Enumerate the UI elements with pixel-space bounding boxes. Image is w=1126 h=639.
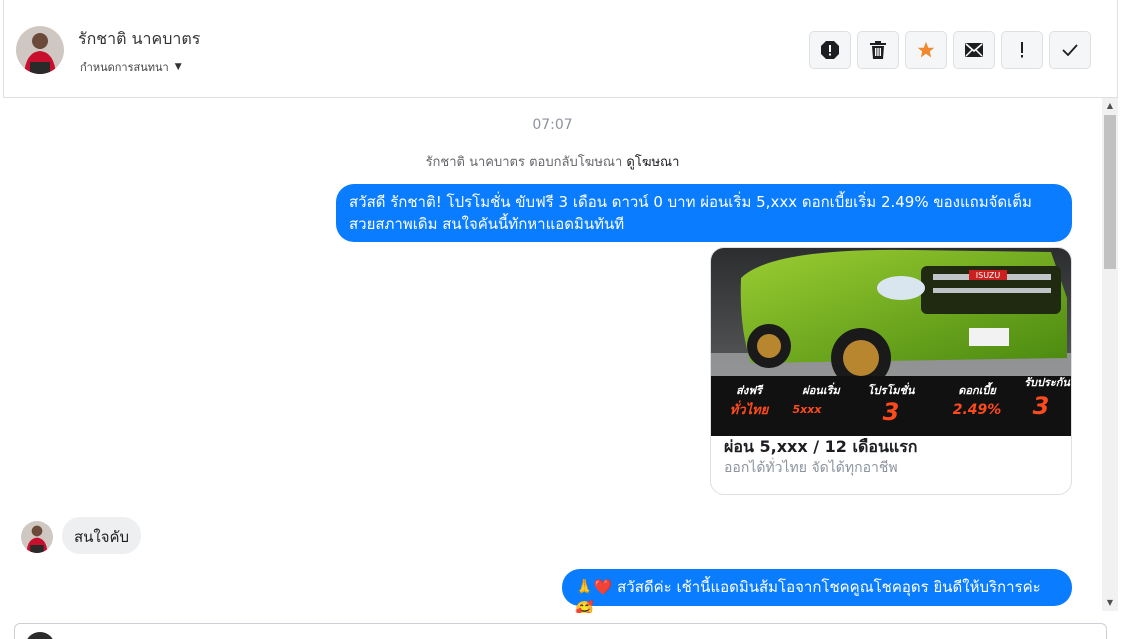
ad-reply-text: รักชาติ นาคบาตร ตอบกลับโฆษณา — [425, 155, 623, 170]
promo-3-top: โปรโมชั่น — [868, 382, 915, 397]
outgoing-message: สวัสดี รักชาติ! โปรโมชั่น ขับฟรี 3 เดือน… — [336, 184, 1072, 242]
ad-reply-notice: รักชาติ นาคบาตร ตอบกลับโฆษณา ดูโฆษณา — [3, 151, 1102, 172]
promo-1-top: ส่งฟรี — [736, 384, 764, 397]
follow-up-button[interactable] — [1001, 31, 1043, 69]
conversation-header: รักชาติ นาคบาตร กำหนดการสนทนา ▼ — [3, 0, 1118, 98]
report-icon — [821, 41, 839, 59]
scroll-up-arrow-icon[interactable]: ▲ — [1102, 98, 1118, 114]
promo-1-bottom: ทั่วไทย — [730, 400, 770, 418]
assign-label: กำหนดการสนทนา — [80, 61, 169, 74]
message-timestamp: 07:07 — [532, 117, 573, 133]
promo-3-bottom: 3 — [883, 398, 900, 426]
contact-name[interactable]: รักชาติ นาคบาตร — [78, 27, 200, 52]
trash-icon — [870, 41, 886, 59]
ad-card[interactable]: ISUZU ส่งฟรี ทั่วไทย ผ่อนเริ่ม 5xxx โปรโ… — [710, 247, 1072, 495]
promo-4-top: ดอกเบี้ย — [958, 382, 997, 397]
ad-image: ISUZU ส่งฟรี ทั่วไทย ผ่อนเริ่ม 5xxx โปรโ… — [711, 248, 1071, 436]
message-thread[interactable]: 07:07 รักชาติ นาคบาตร ตอบกลับโฆษณา ดูโฆษ… — [3, 98, 1102, 613]
outgoing-message: 🙏❤️ สวัสดีค่ะ เช้านี้แอดมินส้มโอจากโชคคู… — [562, 569, 1072, 613]
chevron-down-icon: ▼ — [174, 62, 182, 72]
scroll-down-arrow-icon[interactable]: ▼ — [1102, 595, 1118, 611]
report-button[interactable] — [809, 31, 851, 69]
promo-4-bottom: 2.49% — [953, 402, 1002, 418]
mark-unread-button[interactable] — [953, 31, 995, 69]
ad-card-subtitle: ออกได้ทั่วไทย จัดได้ทุกอาชีพ — [724, 460, 898, 476]
assign-conversation-dropdown[interactable]: กำหนดการสนทนา ▼ — [80, 58, 182, 76]
incoming-message: สนใจคับ — [62, 517, 142, 554]
message-composer[interactable] — [14, 623, 1107, 639]
promo-5-bottom: 3 — [1033, 392, 1050, 420]
delete-button[interactable] — [857, 31, 899, 69]
scrollbar-thumb[interactable] — [1104, 115, 1116, 269]
contact-avatar[interactable] — [16, 26, 64, 74]
brand-badge: ISUZU — [976, 271, 1001, 280]
sender-avatar — [21, 521, 53, 553]
envelope-icon — [965, 43, 983, 57]
mark-done-button[interactable] — [1049, 31, 1091, 69]
promo-2-bottom: 5xxx — [793, 403, 823, 416]
conversation-toolbar — [809, 31, 1091, 69]
exclamation-icon — [1020, 42, 1024, 58]
star-icon — [917, 41, 935, 59]
check-icon — [1062, 44, 1078, 56]
promo-2-top: ผ่อนเริ่ม — [802, 382, 841, 397]
page-avatar — [25, 632, 55, 639]
star-button[interactable] — [905, 31, 947, 69]
view-ad-link[interactable]: ดูโฆษณา — [626, 155, 679, 170]
promo-5-top: รับประกัน — [1024, 376, 1070, 389]
thread-scrollbar[interactable]: ▲ ▼ — [1102, 98, 1118, 611]
